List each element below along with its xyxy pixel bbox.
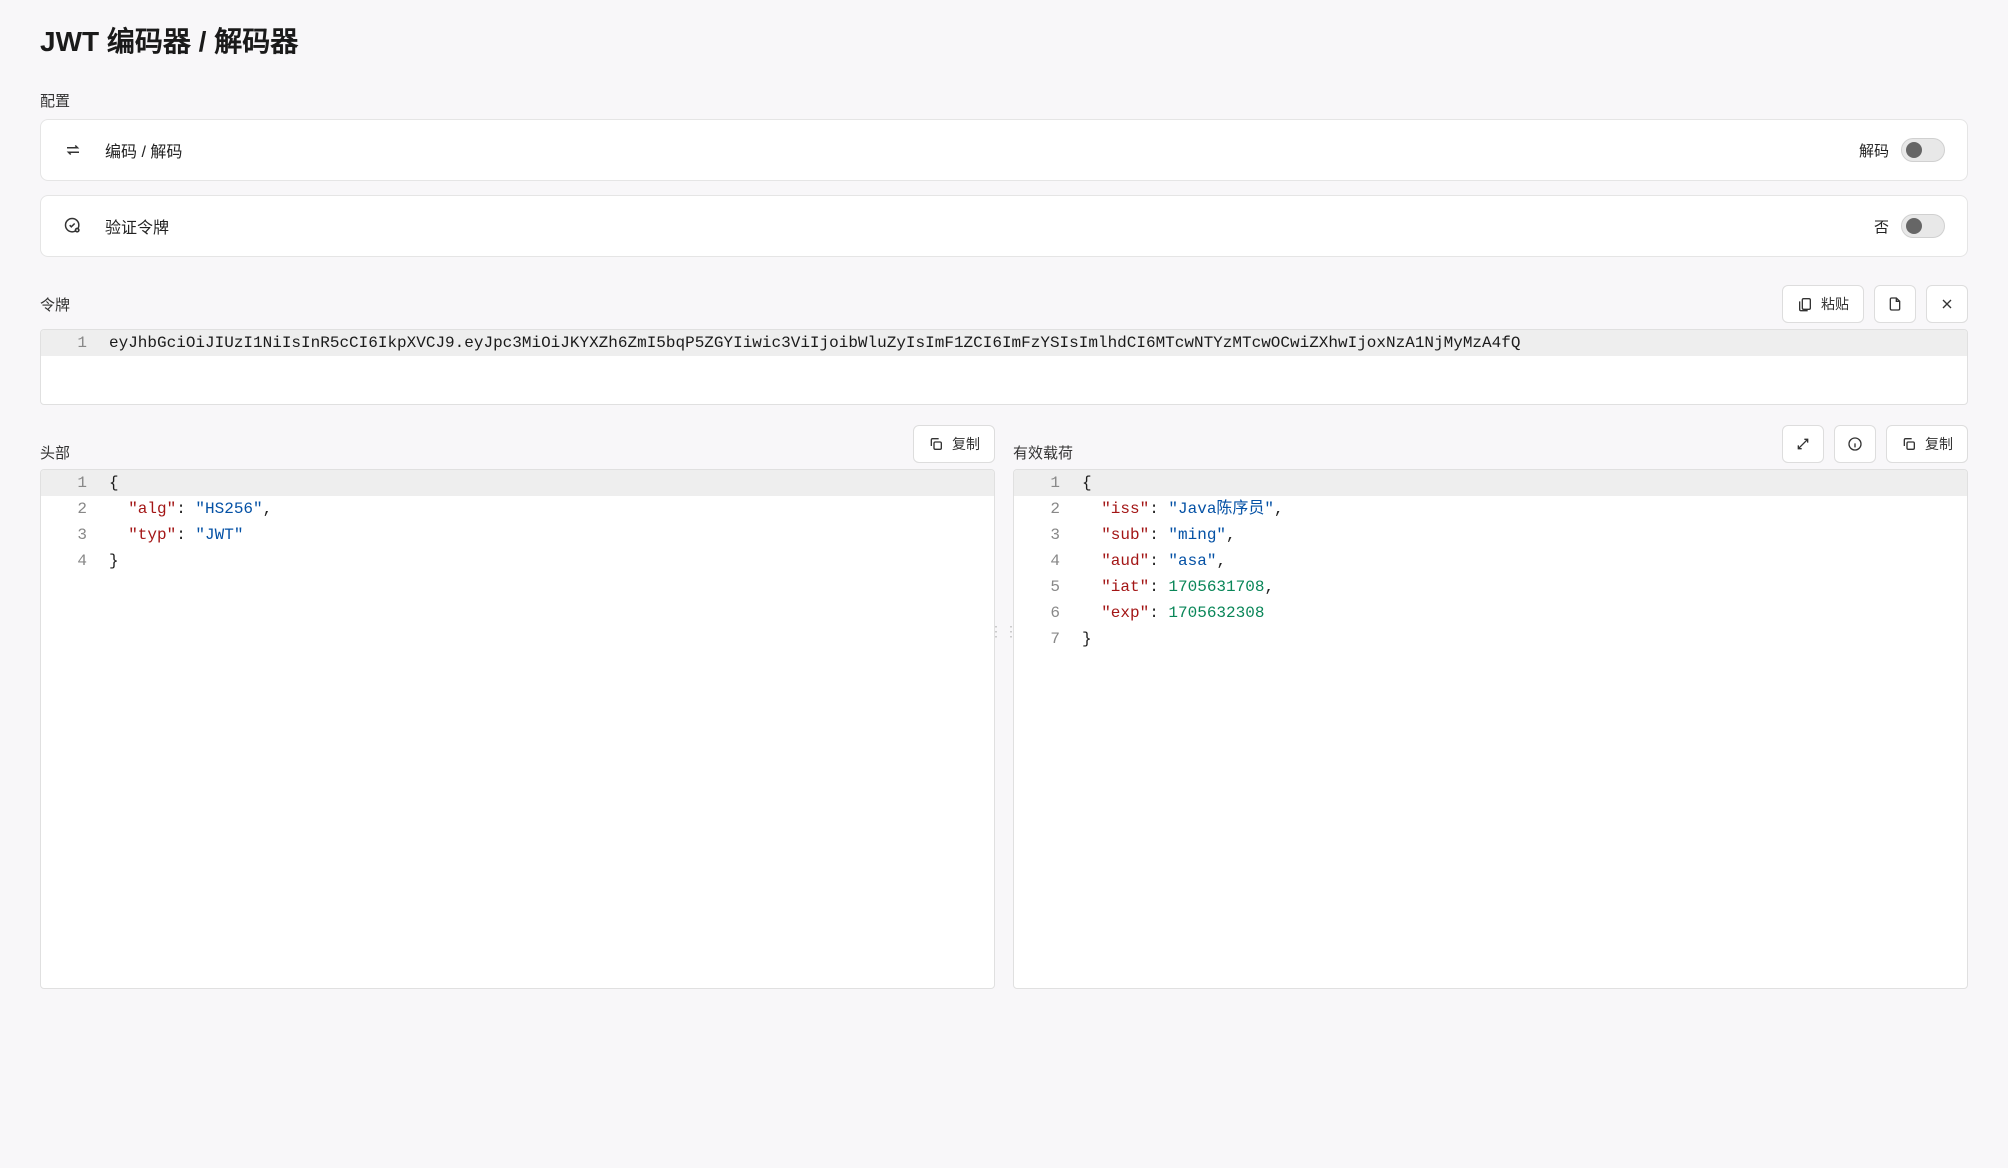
code-line[interactable]: "sub": "ming", xyxy=(1074,522,1967,548)
line-number: 4 xyxy=(1014,548,1074,574)
line-number: 1 xyxy=(41,330,101,356)
expand-icon xyxy=(1795,436,1811,452)
code-line[interactable]: "iss": "Java陈序员", xyxy=(1074,496,1967,522)
code-line[interactable]: } xyxy=(101,548,994,574)
line-number: 7 xyxy=(1014,626,1074,652)
token-value[interactable]: eyJhbGciOiJIUzI1NiIsInR5cCI6IkpXVCJ9.eyJ… xyxy=(101,330,1967,356)
line-number: 1 xyxy=(1014,470,1074,496)
shield-check-icon xyxy=(63,216,83,236)
info-button[interactable] xyxy=(1834,425,1876,463)
token-section-label: 令牌 xyxy=(40,294,70,315)
copy-icon xyxy=(928,436,944,452)
code-line[interactable]: { xyxy=(101,470,994,496)
encode-decode-value: 解码 xyxy=(1859,140,1889,161)
header-editor[interactable]: 1{2 "alg": "HS256",3 "typ": "JWT"4} xyxy=(40,469,995,989)
code-line[interactable]: { xyxy=(1074,470,1967,496)
code-line[interactable]: "exp": 1705632308 xyxy=(1074,600,1967,626)
config-section-label: 配置 xyxy=(40,90,1968,111)
line-number: 3 xyxy=(1014,522,1074,548)
clipboard-icon xyxy=(1797,296,1813,312)
line-number: 6 xyxy=(1014,600,1074,626)
splitter-handle[interactable]: ⋮⋮ xyxy=(989,623,1019,640)
line-number: 5 xyxy=(1014,574,1074,600)
line-number: 4 xyxy=(41,548,101,574)
verify-token-label: 验证令牌 xyxy=(105,214,169,238)
token-editor[interactable]: 1 eyJhbGciOiJIUzI1NiIsInR5cCI6IkpXVCJ9.e… xyxy=(40,329,1968,405)
code-line[interactable]: "iat": 1705631708, xyxy=(1074,574,1967,600)
paste-button-label: 粘贴 xyxy=(1821,294,1849,314)
line-number: 2 xyxy=(41,496,101,522)
line-number: 2 xyxy=(1014,496,1074,522)
header-copy-button[interactable]: 复制 xyxy=(913,425,995,463)
line-number: 3 xyxy=(41,522,101,548)
clear-button[interactable] xyxy=(1926,285,1968,323)
verify-token-toggle[interactable] xyxy=(1901,214,1945,238)
config-verify-token-row: 验证令牌 否 xyxy=(40,195,1968,257)
swap-icon xyxy=(63,140,83,160)
close-icon xyxy=(1939,296,1955,312)
verify-token-value: 否 xyxy=(1874,216,1889,237)
code-line[interactable]: "alg": "HS256", xyxy=(101,496,994,522)
paste-button[interactable]: 粘贴 xyxy=(1782,285,1864,323)
encode-decode-toggle[interactable] xyxy=(1901,138,1945,162)
header-section-label: 头部 xyxy=(40,442,70,463)
config-encode-decode-row: 编码 / 解码 解码 xyxy=(40,119,1968,181)
code-line[interactable]: } xyxy=(1074,626,1967,652)
code-line[interactable]: "aud": "asa", xyxy=(1074,548,1967,574)
line-number: 1 xyxy=(41,470,101,496)
payload-copy-button[interactable]: 复制 xyxy=(1886,425,1968,463)
payload-editor[interactable]: 1{2 "iss": "Java陈序员",3 "sub": "ming",4 "… xyxy=(1013,469,1968,989)
file-icon xyxy=(1887,295,1903,313)
payload-section-label: 有效载荷 xyxy=(1013,442,1073,463)
encode-decode-label: 编码 / 解码 xyxy=(105,138,182,162)
copy-icon xyxy=(1901,436,1917,452)
page-title: JWT 编码器 / 解码器 xyxy=(40,20,1968,60)
code-line[interactable]: "typ": "JWT" xyxy=(101,522,994,548)
expand-button[interactable] xyxy=(1782,425,1824,463)
header-copy-label: 复制 xyxy=(952,434,980,454)
open-file-button[interactable] xyxy=(1874,285,1916,323)
payload-copy-label: 复制 xyxy=(1925,434,1953,454)
info-icon xyxy=(1847,436,1863,452)
